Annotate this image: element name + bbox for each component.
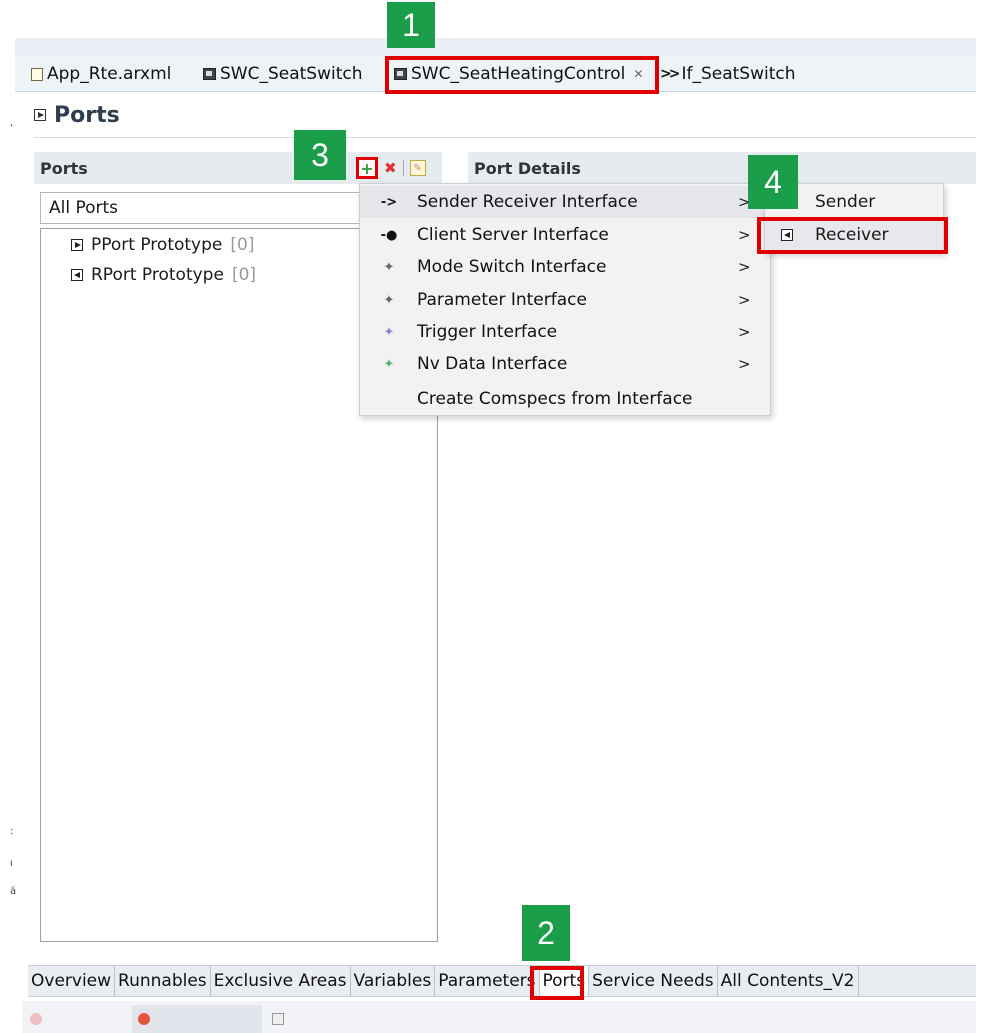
menu-item-trigger[interactable]: ✦ Trigger Interface > (360, 316, 770, 348)
step-badge-1: 1 (387, 2, 435, 48)
gutter-mark: ä (10, 886, 17, 897)
ports-filter-combo[interactable]: All Ports (40, 192, 370, 224)
submenu-item-label: Sender (815, 192, 876, 212)
component-icon (203, 68, 216, 80)
tab-if-seatswitch[interactable]: >> If_SeatSwitch (660, 56, 796, 92)
ports-panel-title: Ports (40, 159, 88, 178)
menu-item-mode-switch[interactable]: ✦ Mode Switch Interface > (360, 251, 770, 283)
highlight-swc-tab (385, 56, 659, 94)
menu-item-label: Client Server Interface (417, 225, 609, 245)
window-top-strip (15, 38, 976, 56)
gutter-mark: ‘ (10, 123, 14, 134)
problems-icon (30, 1013, 42, 1025)
view-tab[interactable] (272, 1005, 362, 1033)
sender-receiver-icon: -> (380, 194, 398, 210)
menu-item-parameter[interactable]: ✦ Parameter Interface > (360, 284, 770, 316)
add-port-context-menu: -> Sender Receiver Interface > -● Client… (359, 183, 771, 416)
tab-app-rte[interactable]: App_Rte.arxml (31, 56, 171, 92)
delete-icon[interactable]: ✖ (384, 159, 397, 177)
tab-overview[interactable]: Overview (28, 966, 116, 996)
mode-switch-icon: ✦ (383, 259, 395, 275)
tree-item-count: [0] (231, 265, 257, 285)
chevron-right-icon: > (738, 258, 751, 276)
tree-item-count: [0] (230, 235, 255, 255)
highlight-ports-tab (530, 966, 584, 1000)
tab-label: App_Rte.arxml (47, 64, 172, 84)
tab-exclusive-areas[interactable]: Exclusive Areas (211, 966, 351, 996)
edit-icon[interactable]: ✎ (409, 160, 426, 176)
arxml-file-icon (31, 67, 43, 81)
trigger-icon: ✦ (383, 324, 395, 340)
page-title-row: Ports (34, 100, 120, 130)
tab-variables[interactable]: Variables (351, 966, 436, 996)
menu-item-nv-data[interactable]: ✦ Nv Data Interface > (360, 348, 770, 380)
chevron-right-icon: > (738, 355, 751, 373)
tab-runnables[interactable]: Runnables (115, 966, 211, 996)
ports-toolbar: + ✖ ✎ (356, 156, 426, 180)
required-port-icon (71, 269, 83, 281)
port-details-title: Port Details (474, 159, 581, 178)
nv-data-icon: ✦ (383, 356, 395, 372)
tab-swc-seatswitch[interactable]: SWC_SeatSwitch (203, 56, 363, 92)
view-tab[interactable] (132, 1005, 262, 1033)
step-badge-3: 3 (294, 130, 346, 180)
view-tab[interactable] (30, 1005, 120, 1033)
menu-item-client-server[interactable]: -● Client Server Interface > (360, 219, 770, 251)
menu-item-label: Nv Data Interface (417, 354, 568, 374)
highlight-receiver-item (757, 217, 948, 254)
tree-item-label: RPort Prototype (91, 265, 224, 285)
gutter-mark: : (10, 826, 14, 837)
sender-receiver-interface-icon: >> (660, 66, 681, 82)
chevron-right-icon: > (738, 226, 751, 244)
step-badge-2: 2 (522, 905, 570, 961)
gutter-mark: ı (10, 858, 13, 869)
ports-panel-header: Ports + ✖ ✎ (34, 152, 442, 184)
tree-item-rport[interactable]: RPort Prototype [0] (71, 265, 256, 285)
tab-service-needs[interactable]: Service Needs (589, 966, 718, 996)
port-details-header: Port Details (468, 152, 976, 184)
add-icon[interactable]: + (356, 157, 378, 179)
tab-all-contents-v2[interactable]: All Contents_V2 (718, 966, 859, 996)
editor-page-tabs: Overview Runnables Exclusive Areas Varia… (28, 965, 976, 997)
ports-filter-value: All Ports (49, 198, 119, 218)
menu-item-label: Parameter Interface (417, 290, 587, 310)
menu-item-sender-receiver[interactable]: -> Sender Receiver Interface > (360, 186, 770, 218)
divider (34, 137, 976, 138)
client-server-icon: -● (380, 227, 398, 243)
tab-label: SWC_SeatSwitch (220, 64, 363, 84)
chevron-right-icon: > (738, 323, 751, 341)
tree-item-pport[interactable]: PPort Prototype [0] (71, 235, 254, 255)
tab-parameters[interactable]: Parameters (435, 966, 540, 996)
menu-item-label: Sender Receiver Interface (417, 192, 638, 212)
properties-icon (272, 1013, 284, 1025)
parameter-icon: ✦ (383, 292, 395, 308)
bottom-view-strip (22, 1001, 976, 1033)
toolbar-separator (402, 160, 404, 176)
menu-item-label: Create Comspecs from Interface (417, 389, 693, 409)
step-badge-4: 4 (748, 155, 798, 209)
menu-item-label: Mode Switch Interface (417, 257, 607, 277)
menu-item-create-comspecs[interactable]: Create Comspecs from Interface (360, 383, 770, 415)
page-title: Ports (54, 102, 120, 128)
tree-item-label: PPort Prototype (91, 235, 223, 255)
section-toggle-icon[interactable] (34, 109, 46, 121)
tab-label: If_SeatSwitch (681, 64, 796, 84)
provided-port-icon (71, 239, 83, 251)
chevron-right-icon: > (738, 291, 751, 309)
menu-item-label: Trigger Interface (417, 322, 558, 342)
validation-icon (138, 1013, 150, 1025)
